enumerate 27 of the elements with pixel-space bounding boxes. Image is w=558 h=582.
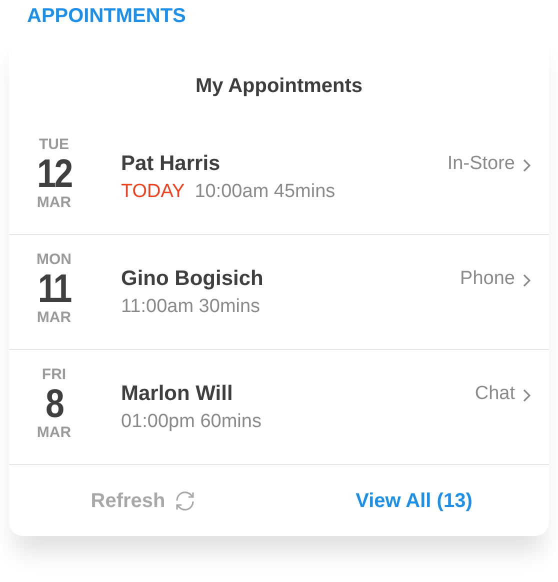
client-name: Marlon Will: [121, 381, 234, 407]
section-title: APPOINTMENTS: [27, 5, 186, 27]
day-number: 12: [36, 154, 72, 194]
appointment-row[interactable]: MON 11 MAR Gino Bogisich 11:00am 30mins Phone: [9, 235, 549, 350]
chevron-right-icon: [523, 274, 531, 287]
today-label: TODAY: [121, 180, 185, 204]
client-name: Gino Bogisich: [121, 266, 264, 292]
weekday: TUE: [39, 136, 69, 154]
client-name: Pat Harris: [121, 151, 222, 177]
day-number: 11: [38, 269, 70, 309]
day-number: 8: [45, 384, 63, 424]
appointment-time: 01:00pm 60mins: [121, 410, 262, 434]
appointment-type: In-Store: [447, 152, 515, 176]
chevron-right-icon: [523, 389, 531, 402]
chevron-right-icon: [523, 159, 531, 172]
appointment-row[interactable]: FRI 8 MAR Marlon Will 01:00pm 60mins Chat: [9, 350, 549, 465]
month: MAR: [36, 194, 72, 212]
weekday: MON: [36, 251, 72, 269]
weekday: FRI: [42, 366, 66, 384]
month: MAR: [36, 424, 72, 442]
appointment-type: Phone: [460, 267, 515, 291]
appointment-type: Chat: [474, 382, 515, 406]
appointment-row[interactable]: TUE 12 MAR Pat Harris TODAY 10:00am 45mins In-Store: [9, 120, 549, 235]
month: MAR: [36, 309, 72, 327]
appointment-time: 11:00am 30mins: [121, 295, 260, 319]
appointment-time: 10:00am 45mins: [194, 180, 336, 204]
card-title: My Appointments: [195, 74, 363, 99]
